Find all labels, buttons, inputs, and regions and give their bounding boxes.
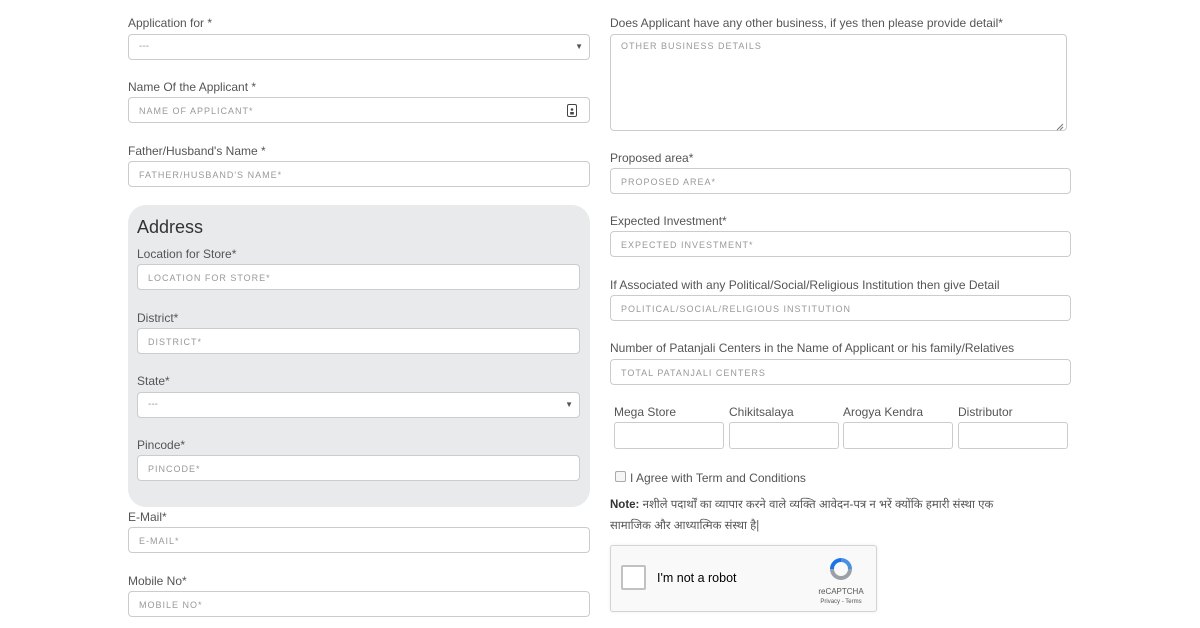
political-placeholder: POLITICAL/SOCIAL/RELIGIOUS INSTITUTION	[621, 304, 852, 314]
agree-label: I Agree with Term and Conditions	[630, 471, 806, 485]
pincode-placeholder: PINCODE*	[148, 464, 201, 474]
political-label: If Associated with any Political/Social/…	[610, 278, 1000, 292]
recaptcha-label: I'm not a robot	[657, 571, 737, 585]
location-label: Location for Store*	[137, 247, 237, 261]
distributor-input[interactable]	[958, 422, 1068, 449]
resize-handle-icon[interactable]	[1056, 120, 1064, 131]
state-value: ---	[148, 399, 158, 410]
application-for-select[interactable]: --- ▼	[128, 34, 590, 60]
applicant-name-input[interactable]: NAME OF APPLICANT*	[128, 97, 590, 123]
father-name-placeholder: FATHER/HUSBAND'S NAME*	[139, 170, 283, 180]
district-label: District*	[137, 311, 179, 325]
centers-label: Number of Patanjali Centers in the Name …	[610, 341, 1015, 355]
agree-checkbox[interactable]	[615, 471, 626, 482]
pincode-input[interactable]: PINCODE*	[137, 455, 580, 481]
recaptcha-widget: I'm not a robot reCAPTCHA Privacy - Term…	[610, 545, 877, 612]
state-select[interactable]: --- ▼	[137, 392, 580, 418]
recaptcha-links[interactable]: Privacy - Terms	[810, 599, 872, 605]
chevron-down-icon: ▼	[575, 42, 583, 51]
location-placeholder: LOCATION FOR STORE*	[148, 273, 271, 283]
centers-placeholder: TOTAL PATANJALI CENTERS	[621, 368, 766, 378]
arogya-kendra-input[interactable]	[843, 422, 953, 449]
state-label: State*	[137, 374, 170, 388]
address-section: Address Location for Store* LOCATION FOR…	[128, 205, 590, 507]
email-placeholder: E-MAIL*	[139, 536, 180, 546]
center-type-label-arogya-kendra: Arogya Kendra	[843, 405, 924, 419]
note-prefix: Note:	[610, 499, 640, 511]
proposed-area-label: Proposed area*	[610, 151, 694, 165]
address-title: Address	[137, 217, 204, 237]
other-business-textarea[interactable]: OTHER BUSINESS DETAILS	[610, 34, 1067, 131]
note-line1: नशीले पदार्थों का व्यापार करने वाले व्यक…	[639, 499, 994, 511]
email-input[interactable]: E-MAIL*	[128, 527, 590, 553]
father-name-label: Father/Husband's Name *	[128, 144, 266, 158]
note-line2: सामाजिक और आध्यात्मिक संस्था है|	[610, 520, 760, 532]
proposed-area-input[interactable]: PROPOSED AREA*	[610, 168, 1071, 194]
email-label: E-Mail*	[128, 510, 167, 524]
recaptcha-checkbox[interactable]	[621, 565, 646, 590]
other-business-label: Does Applicant have any other business, …	[610, 16, 1003, 30]
application-for-value: ---	[139, 41, 149, 52]
other-business-placeholder: OTHER BUSINESS DETAILS	[621, 41, 762, 51]
applicant-name-label: Name Of the Applicant *	[128, 80, 257, 94]
center-type-label-chikitsalaya: Chikitsalaya	[729, 405, 794, 419]
applicant-name-placeholder: NAME OF APPLICANT*	[139, 106, 254, 116]
investment-label: Expected Investment*	[610, 214, 727, 228]
proposed-area-placeholder: PROPOSED AREA*	[621, 177, 717, 187]
political-input[interactable]: POLITICAL/SOCIAL/RELIGIOUS INSTITUTION	[610, 295, 1071, 321]
pincode-label: Pincode*	[137, 438, 186, 452]
location-input[interactable]: LOCATION FOR STORE*	[137, 264, 580, 290]
application-for-label: Application for *	[128, 16, 213, 30]
mobile-label: Mobile No*	[128, 574, 187, 588]
recaptcha-logo-icon	[824, 555, 858, 585]
district-input[interactable]: DISTRICT*	[137, 328, 580, 354]
father-name-input[interactable]: FATHER/HUSBAND'S NAME*	[128, 161, 590, 187]
contact-card-icon[interactable]	[567, 104, 577, 117]
centers-input[interactable]: TOTAL PATANJALI CENTERS	[610, 359, 1071, 385]
investment-placeholder: EXPECTED INVESTMENT*	[621, 240, 754, 250]
note-text: Note: नशीले पदार्थों का व्यापार करने वाल…	[610, 495, 1080, 537]
mobile-placeholder: MOBILE NO*	[139, 600, 203, 610]
chikitsalaya-input[interactable]	[729, 422, 839, 449]
mega-store-input[interactable]	[614, 422, 724, 449]
chevron-down-icon: ▼	[565, 400, 573, 409]
center-type-label-distributor: Distributor	[958, 405, 1013, 419]
mobile-input[interactable]: MOBILE NO*	[128, 591, 590, 617]
investment-input[interactable]: EXPECTED INVESTMENT*	[610, 231, 1071, 257]
recaptcha-brand: reCAPTCHA	[818, 587, 864, 596]
center-type-label-mega-store: Mega Store	[614, 405, 677, 419]
district-placeholder: DISTRICT*	[148, 337, 202, 347]
